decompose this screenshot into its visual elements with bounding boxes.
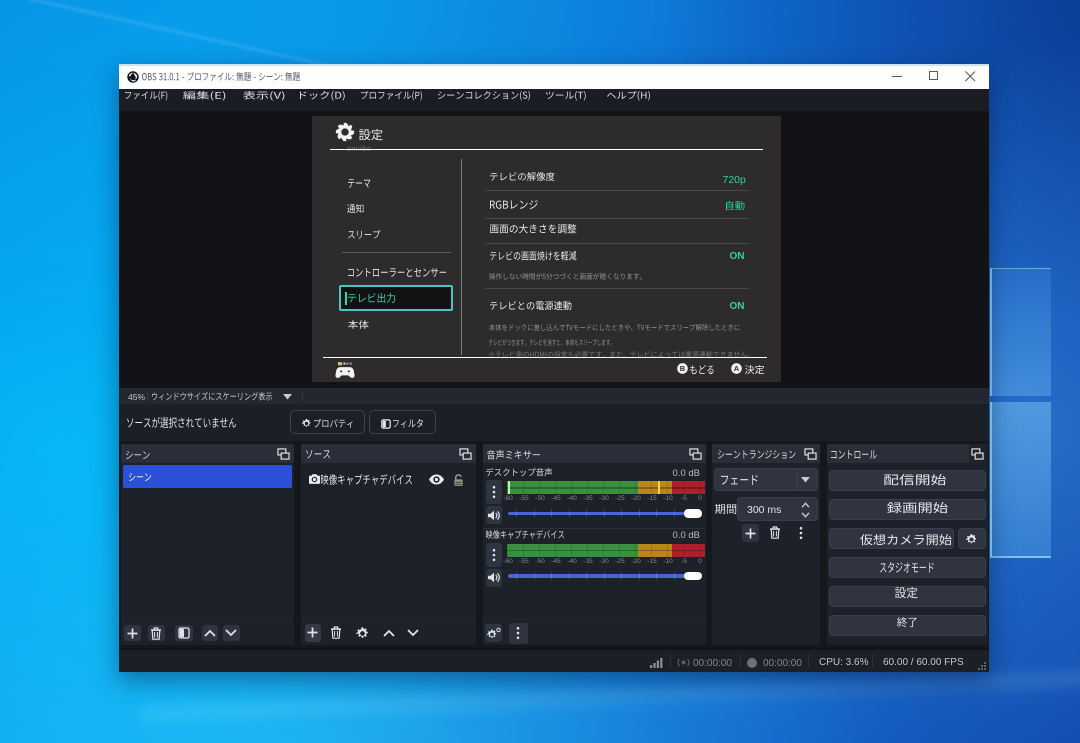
- svg-text:A: A: [734, 364, 740, 373]
- svg-text:B: B: [679, 364, 685, 373]
